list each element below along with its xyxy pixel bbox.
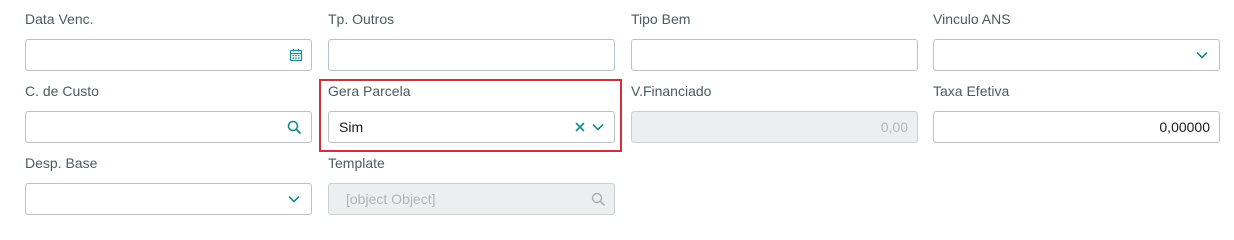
desp-base-label: Desp. Base bbox=[25, 155, 98, 171]
clear-icon[interactable] bbox=[572, 119, 588, 135]
taxa-efetiva-value: 0,00000 bbox=[1159, 119, 1210, 135]
v-financiado-label: V.Financiado bbox=[631, 83, 712, 99]
tipo-bem-label: Tipo Bem bbox=[631, 11, 691, 27]
v-financiado-input: 0,00 bbox=[631, 111, 918, 143]
v-financiado-value: 0,00 bbox=[880, 119, 908, 135]
gera-parcela-select[interactable]: Sim bbox=[328, 111, 615, 143]
data-venc-input[interactable] bbox=[25, 39, 312, 71]
vinculo-ans-select[interactable] bbox=[933, 39, 1220, 71]
search-icon bbox=[590, 191, 606, 207]
template-input: [object Object] bbox=[328, 183, 615, 215]
chevron-down-icon[interactable] bbox=[286, 191, 302, 207]
tp-outros-label: Tp. Outros bbox=[328, 11, 395, 27]
gera-parcela-value: Sim bbox=[339, 119, 364, 135]
vinculo-ans-label: Vinculo ANS bbox=[933, 11, 1011, 27]
desp-base-select[interactable] bbox=[25, 183, 312, 215]
template-label: Template bbox=[328, 155, 385, 171]
calendar-icon[interactable] bbox=[288, 47, 304, 63]
chevron-down-icon[interactable] bbox=[590, 119, 606, 135]
taxa-efetiva-input[interactable]: 0,00000 bbox=[933, 111, 1220, 143]
c-de-custo-input[interactable] bbox=[25, 111, 312, 143]
template-value: [object Object] bbox=[346, 191, 436, 207]
chevron-down-icon[interactable] bbox=[1194, 47, 1210, 63]
data-venc-label: Data Venc. bbox=[25, 11, 94, 27]
tp-outros-input[interactable] bbox=[328, 39, 615, 71]
gera-parcela-label: Gera Parcela bbox=[328, 83, 411, 99]
taxa-efetiva-label: Taxa Efetiva bbox=[933, 83, 1010, 99]
tipo-bem-input[interactable] bbox=[631, 39, 918, 71]
search-icon[interactable] bbox=[286, 119, 302, 135]
c-de-custo-label: C. de Custo bbox=[25, 83, 99, 99]
